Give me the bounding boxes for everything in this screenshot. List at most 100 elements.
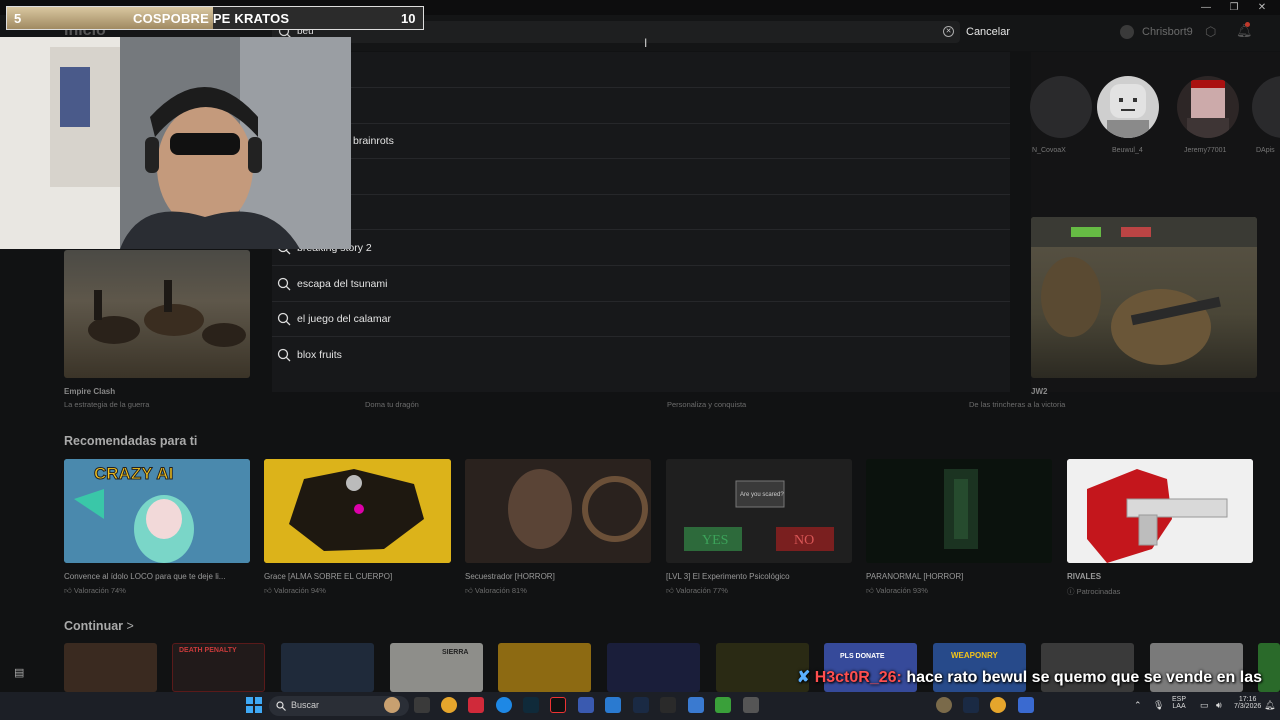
avatar[interactable] bbox=[1120, 25, 1134, 39]
horses-battle-image bbox=[88, 280, 246, 347]
thumb-text: NO bbox=[794, 533, 814, 548]
featured-thumbnail[interactable] bbox=[64, 250, 250, 378]
roblox-icon[interactable] bbox=[1018, 697, 1034, 713]
score-left: 5 bbox=[14, 11, 22, 26]
search-suggestion[interactable] bbox=[272, 52, 1010, 88]
tiktok-icon[interactable] bbox=[550, 697, 566, 713]
rating-text: Valoración 77% bbox=[675, 586, 728, 595]
featured-title[interactable]: Empire Clash bbox=[64, 387, 115, 396]
featured-subtitle: Personaliza y conquista bbox=[667, 400, 747, 409]
search-suggestion[interactable]: el juego del calamar bbox=[272, 301, 1010, 337]
streamer-webcam-image bbox=[0, 37, 351, 249]
continue-thumbnail[interactable] bbox=[607, 643, 700, 692]
search-icon bbox=[276, 701, 286, 711]
chrome-icon[interactable] bbox=[990, 697, 1006, 713]
game-rating: 👍︎ Valoración 81% bbox=[465, 586, 527, 595]
friend-avatar[interactable] bbox=[1030, 76, 1092, 138]
game-thumbnail[interactable] bbox=[866, 459, 1052, 563]
app-icon[interactable] bbox=[578, 697, 594, 713]
search-suggestion[interactable] bbox=[272, 194, 1010, 230]
search-suggestion[interactable]: brainrots bbox=[272, 123, 1010, 159]
microphone-icon[interactable]: 🎙︎ bbox=[1153, 700, 1164, 711]
steam-icon[interactable] bbox=[963, 697, 979, 713]
game-thumbnail[interactable] bbox=[264, 459, 451, 563]
game-thumbnail[interactable]: Are you scared? YES NO bbox=[666, 459, 852, 563]
friend-name: Beuwul_4 bbox=[1112, 147, 1143, 154]
game-title[interactable]: Grace [ALMA SOBRE EL CUERPO] bbox=[264, 572, 392, 581]
clock[interactable]: 17:16 7/3/2026 bbox=[1234, 696, 1261, 710]
continue-thumbnail[interactable]: SIERRA bbox=[390, 643, 483, 692]
chrome-icon[interactable] bbox=[441, 697, 457, 713]
paranormal-image bbox=[866, 459, 1052, 563]
language-indicator[interactable]: ESP LAA bbox=[1172, 696, 1186, 710]
rating-text: Valoración 93% bbox=[875, 586, 928, 595]
game-title[interactable]: Convence al ídolo LOCO para que te deje … bbox=[64, 572, 225, 581]
featured-title[interactable]: JW2 bbox=[1031, 387, 1047, 396]
search-suggestion[interactable]: escapa del tsunami bbox=[272, 266, 1010, 302]
thumb-text: DEATH PENALTY bbox=[179, 647, 237, 654]
friend-avatar[interactable] bbox=[1097, 76, 1159, 138]
game-thumbnail[interactable] bbox=[465, 459, 651, 563]
edge-icon[interactable] bbox=[496, 697, 512, 713]
sponsored-label: ⓘ Patrocinadas bbox=[1067, 587, 1121, 596]
game-thumbnail[interactable] bbox=[1067, 459, 1253, 563]
app-icon[interactable] bbox=[660, 697, 676, 713]
search-suggestions-dropdown: ue brainrots breaking story 2 escapa del… bbox=[272, 52, 1010, 392]
app-icon[interactable] bbox=[468, 697, 484, 713]
username-label[interactable]: Chrisbort9 bbox=[1142, 26, 1193, 38]
clock-date: 7/3/2026 bbox=[1234, 703, 1262, 710]
notification-icon[interactable]: 🔔︎ bbox=[1264, 700, 1275, 711]
thumb-text: SIERRA bbox=[442, 649, 469, 656]
mail-icon[interactable] bbox=[605, 697, 621, 713]
thumb-text: CRAZY AI bbox=[94, 464, 173, 483]
robux-icon[interactable]: ⬡ bbox=[1205, 24, 1216, 40]
monitor-icon[interactable]: ▭ bbox=[1200, 700, 1209, 711]
friend-avatar[interactable] bbox=[1177, 76, 1239, 138]
featured-thumbnail[interactable] bbox=[1031, 217, 1257, 378]
app-icon[interactable] bbox=[743, 697, 759, 713]
search-suggestion[interactable]: ue bbox=[272, 88, 1010, 124]
steam-icon[interactable] bbox=[633, 697, 649, 713]
search-suggestion[interactable]: breaking story 2 bbox=[272, 230, 1010, 266]
game-title[interactable]: PARANORMAL [HORROR] bbox=[866, 572, 963, 581]
section-heading[interactable]: Continuar > bbox=[64, 619, 134, 633]
app-icon[interactable] bbox=[936, 697, 952, 713]
clear-search-icon[interactable]: ✕ bbox=[943, 26, 954, 37]
clock-time: 17:16 bbox=[1238, 696, 1257, 703]
taskbar-search-placeholder: Buscar bbox=[291, 700, 320, 710]
search-suggestion[interactable] bbox=[272, 159, 1010, 195]
game-title[interactable]: [LVL 3] El Experimento Psicológico bbox=[666, 572, 790, 581]
continue-thumbnail[interactable] bbox=[64, 643, 157, 692]
notepad-icon[interactable] bbox=[688, 697, 704, 713]
search-suggestion[interactable]: blox fruits bbox=[272, 337, 1010, 373]
score-overlay: 5 COSPOBRE PE KRATOS 10 bbox=[6, 6, 424, 30]
language-bottom: LAA bbox=[1172, 703, 1186, 710]
close-icon[interactable]: ✕ bbox=[1248, 0, 1276, 15]
thumb-text: WEAPONRY bbox=[951, 651, 998, 660]
app-icon[interactable] bbox=[523, 697, 539, 713]
suggestion-text: escapa del tsunami bbox=[297, 278, 388, 290]
task-view-icon[interactable] bbox=[414, 697, 430, 713]
notification-dot bbox=[1245, 22, 1250, 27]
minecraft-icon[interactable] bbox=[715, 697, 731, 713]
continue-thumbnail[interactable]: DEATH PENALTY bbox=[172, 643, 265, 692]
widgets-icon[interactable]: ▤ bbox=[14, 666, 24, 679]
kidnapper-image bbox=[465, 459, 651, 563]
game-title[interactable]: RIVALES bbox=[1067, 572, 1101, 581]
windows-start-icon[interactable] bbox=[246, 697, 262, 713]
restore-icon[interactable]: ❐ bbox=[1220, 0, 1248, 15]
speaker-icon[interactable]: 🔊︎ bbox=[1216, 700, 1222, 711]
game-title[interactable]: Secuestrador [HORROR] bbox=[465, 572, 555, 581]
minimize-icon[interactable]: — bbox=[1192, 0, 1220, 15]
continue-thumbnail[interactable] bbox=[498, 643, 591, 692]
cancel-button[interactable]: Cancelar bbox=[966, 26, 1010, 38]
game-thumbnail[interactable]: CRAZY AI bbox=[64, 459, 250, 563]
avatar-face-icon bbox=[1107, 84, 1149, 138]
search-highlight-icon[interactable] bbox=[384, 697, 400, 713]
friend-name: DApis bbox=[1256, 147, 1275, 154]
continue-heading: Continuar bbox=[64, 619, 124, 633]
language-top: ESP bbox=[1172, 696, 1187, 703]
chevron-up-icon[interactable]: ⌃ bbox=[1134, 700, 1142, 711]
game-rating: 👍︎ Valoración 94% bbox=[264, 586, 326, 595]
continue-thumbnail[interactable] bbox=[281, 643, 374, 692]
